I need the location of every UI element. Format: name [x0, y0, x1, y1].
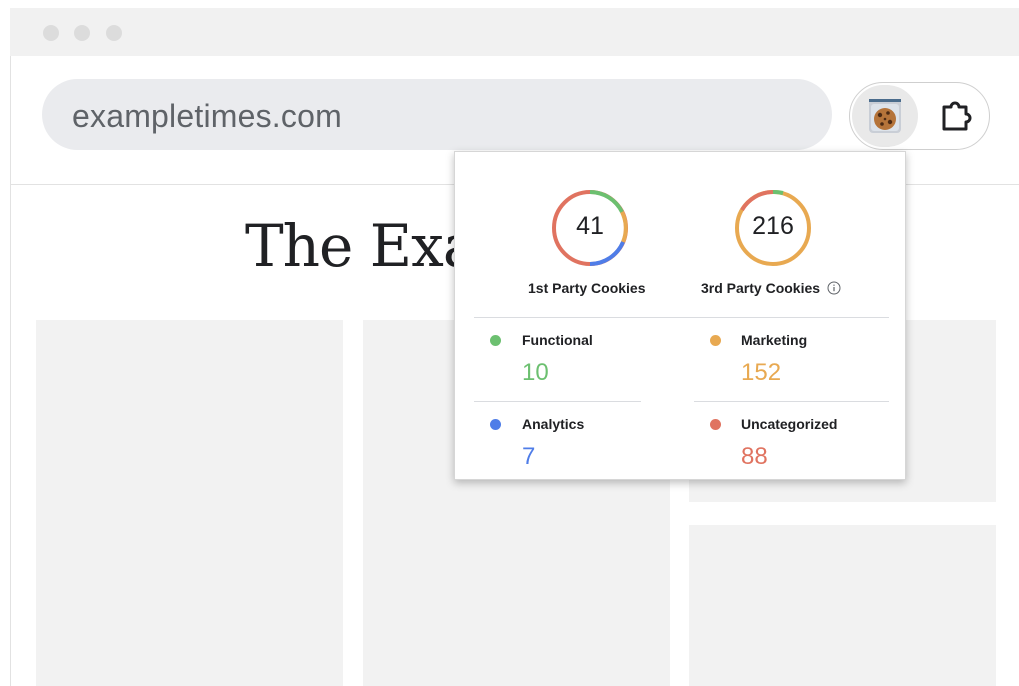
category-value: 7 [522, 443, 536, 470]
third-party-label-wrap: 3rd Party Cookies [701, 280, 841, 296]
page-headline: The Exa [245, 212, 477, 280]
category-value: 152 [741, 359, 782, 386]
functional-dot [490, 335, 501, 346]
category-divider-left [474, 401, 641, 402]
content-placeholder-1 [36, 320, 343, 686]
info-icon[interactable] [827, 281, 841, 295]
third-party-count: 216 [752, 212, 794, 240]
third-party-label: 3rd Party Cookies [701, 280, 821, 296]
address-bar[interactable]: exampletimes.com [42, 79, 832, 150]
category-value: 10 [522, 359, 549, 386]
first-party-label: 1st Party Cookies [528, 280, 646, 296]
window-titlebar [10, 8, 1019, 56]
cookie-icon [869, 99, 901, 133]
popup-divider [474, 317, 889, 318]
first-party-ring: 41 [550, 188, 630, 268]
minimize-window-dot[interactable] [74, 25, 90, 41]
cookie-extension-button[interactable] [852, 85, 918, 147]
category-label: Functional [522, 332, 593, 348]
content-placeholder-4 [689, 525, 996, 686]
cookie-popup: 41 1st Party Cookies 216 3rd Party Cooki… [454, 151, 906, 480]
extensions-menu-button[interactable] [936, 96, 976, 136]
close-window-dot[interactable] [43, 25, 59, 41]
category-label: Analytics [522, 416, 585, 432]
analytics-dot [490, 419, 501, 430]
first-party-count: 41 [576, 212, 604, 240]
uncategorized-dot [710, 419, 721, 430]
category-label: Uncategorized [741, 416, 838, 432]
category-divider-right [694, 401, 889, 402]
puzzle-icon [942, 101, 972, 131]
maximize-window-dot[interactable] [106, 25, 122, 41]
url-text: exampletimes.com [72, 98, 342, 134]
window-frame [10, 56, 11, 686]
category-value: 88 [741, 443, 768, 470]
third-party-ring: 216 [733, 188, 813, 268]
marketing-dot [710, 335, 721, 346]
category-label: Marketing [741, 332, 808, 348]
